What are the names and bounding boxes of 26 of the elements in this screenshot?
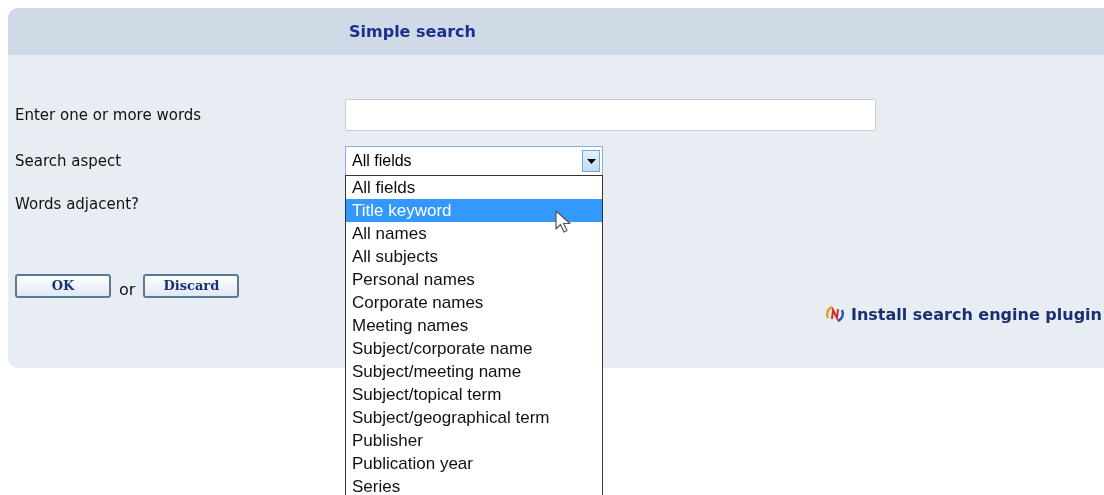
search-aspect-dropdown[interactable]: All fields (345, 146, 603, 176)
field-label: Search aspect (15, 152, 123, 170)
field-label: Words adjacent? (15, 195, 141, 213)
dropdown-option[interactable]: Corporate names (346, 291, 602, 314)
search-input-field[interactable] (345, 99, 876, 131)
caret-icon (582, 150, 600, 172)
dropdown-option[interactable]: Subject/meeting name (346, 360, 602, 383)
dropdown-option[interactable]: Subject/corporate name (346, 337, 602, 360)
dropdown-option[interactable]: Series (346, 475, 602, 495)
or-text: or (119, 280, 136, 299)
discard-button[interactable]: Discard (143, 273, 240, 298)
field-label: Enter one or more words (15, 106, 203, 124)
dropdown-option[interactable]: All subjects (346, 245, 602, 268)
dropdown-option[interactable]: Publication year (346, 452, 602, 475)
dropdown-option[interactable]: Subject/geographical term (346, 406, 602, 429)
dropdown-option[interactable]: Publisher (346, 429, 602, 452)
dropdown-option[interactable]: All fields (346, 176, 602, 199)
dropdown-option[interactable]: All names (346, 222, 602, 245)
install-plugin-link[interactable]: Install search engine plugin (851, 304, 1102, 324)
dropdown-option[interactable]: Meeting names (346, 314, 602, 337)
mouse-pointer-icon (555, 210, 572, 234)
dropdown-option[interactable]: Personal names (346, 268, 602, 291)
panel-title: Simple search (349, 22, 476, 41)
ok-button[interactable]: OK (15, 273, 111, 298)
plugin-logo-icon (825, 304, 845, 324)
dropdown-option[interactable]: Subject/topical term (346, 383, 602, 406)
